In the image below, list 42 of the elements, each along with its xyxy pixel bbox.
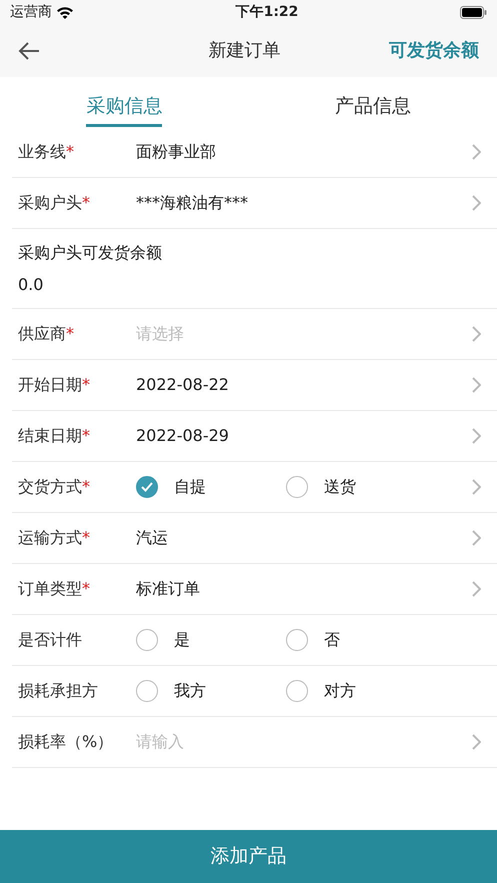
- radio-button[interactable]: [286, 680, 308, 702]
- carrier-label: 运营商: [10, 2, 52, 22]
- radio-button[interactable]: [136, 476, 158, 498]
- field-label: 采购户头可发货余额: [17, 242, 162, 264]
- field-value[interactable]: 汽运: [136, 526, 168, 550]
- radio-label: 对方: [324, 680, 356, 702]
- available-balance-link[interactable]: 可发货余额: [389, 37, 479, 64]
- check-icon: [141, 482, 153, 492]
- field-value[interactable]: 2022-08-29: [136, 424, 229, 448]
- field-value[interactable]: ***海粮油有***: [136, 191, 248, 215]
- page-title: 新建订单: [208, 39, 280, 63]
- tab[interactable]: 采购信息: [86, 86, 162, 127]
- field-value[interactable]: 2022-08-22: [136, 373, 229, 397]
- field-label: 开始日期*: [17, 374, 91, 396]
- field-value[interactable]: 面粉事业部: [136, 140, 216, 164]
- radio-label: 是: [174, 629, 190, 651]
- time-label: 下午1:22: [236, 2, 298, 22]
- battery-icon: [460, 6, 487, 18]
- back-icon[interactable]: [18, 42, 40, 60]
- radio-button[interactable]: [136, 680, 158, 702]
- radio-label: 送货: [324, 476, 356, 498]
- field-label: 业务线*: [17, 141, 75, 163]
- field-label: 运输方式*: [17, 527, 91, 549]
- wifi-icon: [56, 6, 74, 18]
- field-label: 交货方式*: [17, 476, 91, 498]
- field-value: 0.0: [17, 274, 44, 296]
- radio-label: 自提: [174, 476, 206, 498]
- radio-button[interactable]: [136, 629, 158, 651]
- field-value[interactable]: 标准订单: [136, 577, 200, 601]
- tab[interactable]: 产品信息: [334, 86, 411, 127]
- field-label: 是否计件: [17, 629, 83, 651]
- radio-button[interactable]: [286, 476, 308, 498]
- radio-label: 否: [324, 629, 340, 651]
- radio-label: 我方: [174, 680, 206, 702]
- field-label: 供应商*: [17, 323, 75, 345]
- field-label: 损耗承担方: [17, 680, 99, 702]
- radio-button[interactable]: [286, 629, 308, 651]
- field-label: 结束日期*: [17, 425, 91, 447]
- field-label: 损耗率（%）: [17, 731, 114, 753]
- add-product-button[interactable]: 添加产品: [0, 830, 497, 883]
- field-label: 采购户头*: [17, 192, 91, 214]
- field-label: 订单类型*: [17, 578, 91, 600]
